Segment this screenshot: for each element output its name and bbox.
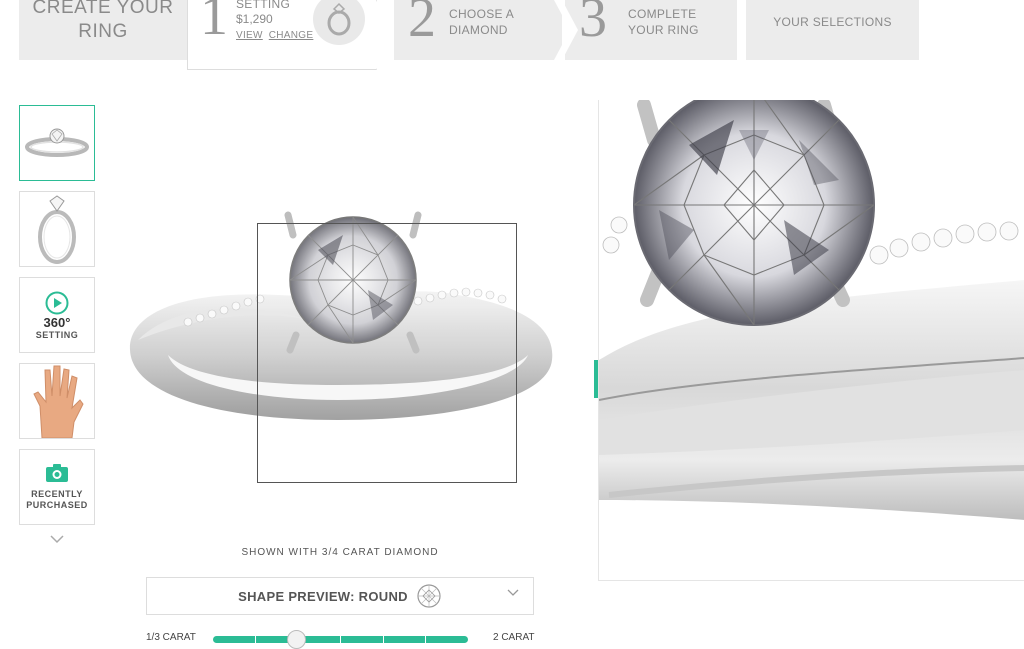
- step-complete-line2: YOUR RING: [628, 23, 699, 37]
- step-complete-number: 3: [579, 0, 607, 49]
- step-create-line2: RING: [78, 21, 128, 42]
- thumbnail-ring-side[interactable]: [19, 191, 95, 267]
- thumbnail-360-setting[interactable]: 360° SETTING: [19, 277, 95, 353]
- carat-min-label: 1/3 CARAT: [146, 632, 196, 643]
- step-diamond-number: 2: [408, 0, 436, 49]
- your-selections[interactable]: YOUR SELECTIONS: [746, 0, 919, 60]
- step-diamond-line1: CHOOSE A: [449, 7, 515, 21]
- carat-slider-track[interactable]: [213, 636, 468, 643]
- view-setting-link[interactable]: VIEW: [236, 30, 263, 41]
- thumbnail-hand[interactable]: [19, 363, 95, 439]
- carat-max-label: 2 CARAT: [493, 632, 535, 643]
- chevron-down-icon[interactable]: [50, 534, 64, 544]
- zoom-preview-panel: [598, 100, 1024, 581]
- chevron-down-icon: [507, 589, 519, 596]
- ring-icon: [313, 0, 365, 45]
- step-diamond-line2: DIAMOND: [449, 23, 508, 37]
- change-setting-link[interactable]: CHANGE: [269, 30, 314, 41]
- recent-line1: RECENTLY: [31, 489, 83, 499]
- camera-icon: [46, 464, 68, 482]
- carat-slider-handle[interactable]: [287, 630, 306, 649]
- step-setting: 1 SETTING $1,290 VIEW CHANGE: [187, 0, 393, 70]
- step-choose-diamond[interactable]: 2 CHOOSE A DIAMOND: [378, 0, 570, 60]
- step-create-line1: CREATE YOUR: [32, 0, 174, 18]
- step-complete-ring[interactable]: 3 COMPLETE YOUR RING: [562, 0, 737, 60]
- shown-with-caption: SHOWN WITH 3/4 CARAT DIAMOND: [241, 547, 439, 558]
- step-setting-label: SETTING: [236, 0, 291, 11]
- ring-side-image: [38, 195, 76, 264]
- your-selections-label: YOUR SELECTIONS: [773, 15, 892, 29]
- step-setting-links: VIEW CHANGE: [236, 30, 319, 41]
- zoomed-ring-image: [599, 100, 1024, 520]
- thumbnail-recently-purchased[interactable]: RECENTLY PURCHASED: [19, 449, 95, 525]
- step-create-your-ring: CREATE YOUR RING: [19, 0, 187, 60]
- hand-image: [33, 365, 84, 438]
- zoom-lens[interactable]: [257, 223, 517, 483]
- step-setting-number: 1: [200, 0, 228, 47]
- round-diamond-icon: [417, 584, 441, 608]
- play-icon: [45, 291, 69, 314]
- thumb-360-big: 360°: [43, 314, 71, 330]
- shape-preview-label: SHAPE PREVIEW: ROUND: [238, 588, 408, 604]
- progress-steps: CREATE YOUR RING 1 SETTING $1,290 VIEW CH…: [0, 0, 1024, 70]
- step-setting-price: $1,290: [236, 12, 273, 26]
- thumb-360-label: SETTING: [35, 329, 79, 340]
- thumbnail-ring-front[interactable]: [19, 105, 95, 181]
- step-complete-line1: COMPLETE: [628, 7, 697, 21]
- ring-front-image: [25, 128, 89, 157]
- shape-preview-select[interactable]: SHAPE PREVIEW: ROUND: [146, 577, 534, 615]
- recent-line2: PURCHASED: [26, 500, 88, 510]
